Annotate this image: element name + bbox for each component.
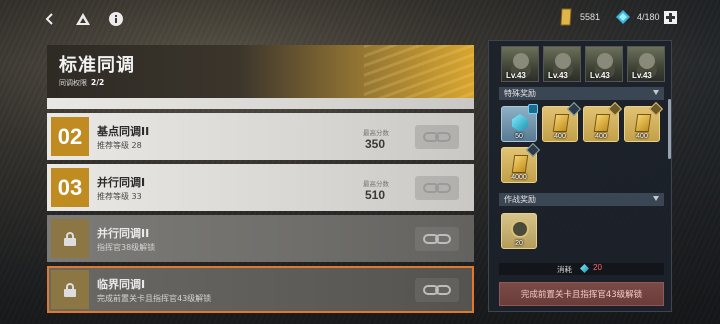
stage-unlock-condition: 指挥官38级解锁 <box>97 243 156 252</box>
stage-row-03[interactable]: 03 并行同调I 推荐等级 33 最高分数 510 <box>47 164 474 211</box>
stage-row-partial[interactable] <box>47 98 474 109</box>
page-title: 标准同调 <box>59 55 135 76</box>
battle-rewards-header[interactable]: 作战奖励 <box>499 193 664 206</box>
enemy-portrait[interactable]: Lv.43 <box>543 46 581 82</box>
gold-bar-icon <box>560 8 572 26</box>
lock-icon <box>64 231 76 246</box>
start-battle-button[interactable]: 完成前置关卡且指挥官43级解锁 <box>499 282 664 306</box>
stage-name: 临界同调I <box>97 278 146 291</box>
stage-detail-panel: Lv.43 Lv.43 Lv.43 Lv.43 特殊奖励 50 400 400 … <box>488 40 672 312</box>
stage-lock-box <box>51 270 89 309</box>
reward-count: 400 <box>554 133 566 140</box>
reward-item-gold[interactable]: 400 <box>583 101 623 142</box>
reward-count: 50 <box>515 133 523 140</box>
enemy-level: Lv.43 <box>632 71 652 80</box>
energy-currency[interactable]: 4/180 <box>616 7 677 27</box>
reward-item-gold[interactable]: 400 <box>542 101 582 142</box>
stage-name: 基点同调II <box>97 125 150 138</box>
energy-crystal-icon <box>616 10 630 24</box>
enemy-level: Lv.43 <box>590 71 610 80</box>
reward-count: 400 <box>595 133 607 140</box>
enemy-portrait[interactable]: Lv.43 <box>501 46 539 82</box>
info-icon <box>109 12 123 26</box>
stage-list[interactable]: 02 基点同调II 推荐等级 28 最高分数 350 03 并行同调I 推荐等级… <box>47 98 474 313</box>
triangle-logo-icon <box>76 13 90 25</box>
reward-count: 4000 <box>511 174 527 181</box>
cost-label: 消耗 <box>557 265 572 274</box>
add-energy-button[interactable] <box>663 10 677 24</box>
stage-recommend-level: 推荐等级 28 <box>97 141 142 150</box>
lock-icon <box>64 282 76 297</box>
header-decoration <box>364 45 474 100</box>
best-score-label: 最高分数 <box>363 129 389 137</box>
stage-number: 03 <box>57 174 83 200</box>
chevron-down-icon <box>653 90 659 95</box>
enemy-portrait[interactable]: Lv.43 <box>627 46 665 82</box>
stage-name: 并行同调I <box>97 176 146 189</box>
reward-count: 20 <box>515 240 523 247</box>
special-rewards-header[interactable]: 特殊奖励 <box>499 87 664 100</box>
back-button[interactable] <box>40 9 60 29</box>
reward-item-medal[interactable]: 20 <box>501 213 537 249</box>
stage-row-locked-2-selected[interactable]: 临界同调I 完成前置关卡且指挥官43级解锁 <box>47 266 474 313</box>
stage-name: 并行同调II <box>97 227 150 240</box>
sync-link-icon <box>415 125 459 149</box>
reward-item-gold[interactable]: 400 <box>624 101 664 142</box>
gold-currency[interactable]: 5581 <box>558 7 600 27</box>
start-button-label: 完成前置关卡且指挥官43级解锁 <box>520 290 643 300</box>
enemy-list: Lv.43 Lv.43 Lv.43 Lv.43 <box>501 46 665 82</box>
crystal-icon <box>512 114 528 132</box>
sync-permission: 同调权限 2/2 <box>59 78 104 88</box>
stage-unlock-condition: 完成前置关卡且指挥官43级解锁 <box>97 294 212 303</box>
cost-value: 20 <box>593 263 602 272</box>
cost-bar: 消耗 20 <box>499 263 664 275</box>
battle-rewards-label: 作战奖励 <box>504 195 536 204</box>
stage-number: 02 <box>57 123 83 149</box>
rewards-scrollbar[interactable] <box>668 99 671 159</box>
sync-link-icon <box>415 227 459 251</box>
reward-item-gold[interactable]: 4000 <box>501 142 541 183</box>
mode-header: 标准同调 同调权限 2/2 <box>47 45 474 100</box>
sync-permission-label: 同调权限 <box>59 79 87 87</box>
enemy-portrait[interactable]: Lv.43 <box>585 46 623 82</box>
info-button[interactable] <box>106 9 126 29</box>
stage-row-locked-1[interactable]: 并行同调II 指挥官38级解锁 <box>47 215 474 262</box>
reward-count: 400 <box>636 133 648 140</box>
stage-row-02[interactable]: 02 基点同调II 推荐等级 28 最高分数 350 <box>47 113 474 160</box>
enemy-level: Lv.43 <box>506 71 526 80</box>
medal-icon <box>511 220 529 238</box>
gold-bar-icon <box>634 114 652 132</box>
gold-amount: 5581 <box>580 12 601 22</box>
reward-item-crystal[interactable]: 50 <box>501 104 538 142</box>
sync-link-icon <box>415 278 459 302</box>
chevron-left-icon <box>45 13 53 25</box>
stage-number-box: 02 <box>51 117 89 156</box>
gold-bar-icon <box>593 114 611 132</box>
gold-bar-icon <box>511 155 529 173</box>
special-rewards-label: 特殊奖励 <box>504 89 536 98</box>
bonus-tag-icon <box>528 104 538 114</box>
sync-link-icon <box>415 176 459 200</box>
chevron-down-icon <box>653 196 659 201</box>
energy-amount: 4/180 <box>637 12 660 22</box>
sync-permission-value: 2/2 <box>91 78 105 87</box>
stage-number-box: 03 <box>51 168 89 207</box>
energy-crystal-icon <box>580 264 589 273</box>
stage-lock-box <box>51 219 89 258</box>
best-score: 510 <box>365 188 386 202</box>
best-score-label: 最高分数 <box>363 180 389 188</box>
stage-recommend-level: 推荐等级 33 <box>97 192 142 201</box>
enemy-level: Lv.43 <box>548 71 568 80</box>
best-score: 350 <box>365 137 386 151</box>
home-button[interactable] <box>73 9 93 29</box>
gold-bar-icon <box>552 114 570 132</box>
